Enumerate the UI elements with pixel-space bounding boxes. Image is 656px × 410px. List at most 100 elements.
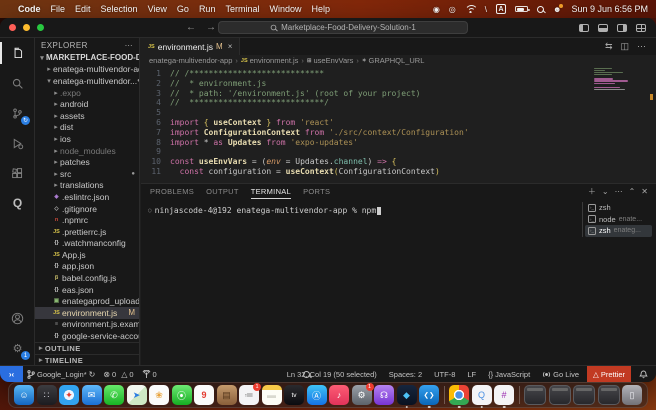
panel-tab-terminal[interactable]: TERMINAL — [251, 184, 291, 199]
dock-notes[interactable]: ▬ — [262, 385, 282, 405]
spotlight-icon[interactable] — [537, 6, 544, 13]
source-control-icon[interactable]: ↻ — [0, 98, 35, 128]
magnifier-status-icon[interactable] — [303, 371, 310, 378]
dock-maps[interactable]: ➤ — [127, 385, 147, 405]
tree-item-eslintrc-json[interactable]: ◈.eslintrc.json — [35, 191, 139, 203]
toggle-sidebar-icon[interactable] — [579, 24, 589, 32]
menu-selection[interactable]: Selection — [101, 4, 138, 14]
nav-forward-icon[interactable]: → — [206, 22, 216, 33]
tree-item-enatega-multivendor-admin[interactable]: ▸enatega-multivendor-admin — [35, 64, 139, 76]
minimap[interactable] — [594, 68, 640, 91]
command-center[interactable]: Marketplace-Food-Delivery-Solution-1 — [218, 21, 468, 34]
tree-item-android[interactable]: ▸android — [35, 98, 139, 110]
tree-item-watchmanconfig[interactable]: {}.watchmanconfig — [35, 238, 139, 250]
dock-tv[interactable]: tv — [284, 385, 304, 405]
tab-close-icon[interactable]: × — [228, 42, 233, 51]
wifi-icon[interactable] — [465, 5, 476, 13]
tree-item-environment-js-example[interactable]: ≡environment.js.example — [35, 319, 139, 331]
terminal-instance-zsh[interactable]: ›_zsh — [585, 202, 652, 214]
tree-item-expo[interactable]: ▸.expo — [35, 87, 139, 99]
dock-music[interactable]: ♪ — [329, 385, 349, 405]
close-panel-icon[interactable]: ✕ — [641, 187, 648, 196]
tree-item-translations[interactable]: ▸translations — [35, 180, 139, 192]
remote-indicator[interactable]: ›‹ — [0, 366, 23, 382]
panel-tab-problems[interactable]: PROBLEMS — [150, 187, 194, 196]
dock-app-store[interactable]: Ⓐ — [307, 385, 327, 405]
new-terminal-icon[interactable]: ＋ — [588, 186, 596, 197]
panel-tab-ports[interactable]: PORTS — [303, 187, 330, 196]
minimize-window-button[interactable] — [23, 24, 30, 31]
dock-trash[interactable]: ▯ — [622, 385, 642, 405]
cursor-position-item[interactable]: Ln 32, Col 19 (50 selected) — [283, 366, 381, 382]
screen-mirroring-icon[interactable]: ◎ — [449, 5, 456, 14]
explorer-icon[interactable] — [0, 38, 35, 68]
language-mode-item[interactable]: {} JavaScript — [484, 366, 534, 382]
dock-chrome[interactable] — [449, 385, 469, 405]
search-view-icon[interactable] — [0, 68, 35, 98]
tree-item-app-js[interactable]: JSApp.js — [35, 249, 139, 261]
breadcrumb-environment-js[interactable]: JSenvironment.js — [241, 56, 299, 65]
battery-icon[interactable] — [515, 6, 528, 12]
zoom-window-button[interactable] — [37, 24, 44, 31]
tree-item-src[interactable]: ▸src● — [35, 168, 139, 180]
tree-item-enategaprod-upload-cer[interactable]: ▣enategaprod_upload_cer... — [35, 295, 139, 307]
tree-item-assets[interactable]: ▸assets — [35, 110, 139, 122]
toggle-panel-icon[interactable] — [598, 24, 608, 32]
dock-reminders[interactable]: ≔1 — [239, 385, 259, 405]
breadcrumb-enatega-multivendor-app[interactable]: enatega-multivendor-app — [149, 56, 232, 65]
tab-environment-js[interactable]: JS environment.js M × — [141, 38, 240, 55]
tree-item-npmrc[interactable]: n.npmrc — [35, 214, 139, 226]
user-menu-icon[interactable]: ☻ — [553, 5, 561, 14]
ports-item[interactable]: 0 — [138, 366, 161, 382]
menu-terminal[interactable]: Terminal — [225, 4, 259, 14]
tree-item-environment-js[interactable]: JSenvironment.jsM — [35, 307, 139, 319]
git-branch-item[interactable]: Google_Login* ↻ — [23, 366, 99, 382]
tree-item-prettierrc-js[interactable]: JS.prettierrc.js — [35, 226, 139, 238]
close-window-button[interactable] — [9, 24, 16, 31]
editor-more-icon[interactable]: ⋯ — [637, 41, 646, 52]
go-live-item[interactable]: Go Live — [538, 366, 583, 382]
dock-photos[interactable]: ❀ — [149, 385, 169, 405]
dock-vscode[interactable]: ❮❯ — [419, 385, 439, 405]
breadcrumb-useenvvars[interactable]: ⊞useEnvVars — [307, 56, 354, 65]
notifications-bell-icon[interactable] — [635, 366, 652, 382]
dock-facetime[interactable]: ⦿ — [172, 385, 192, 405]
explorer-more-icon[interactable]: ⋯ — [125, 41, 133, 50]
dock-podcasts[interactable]: ☊ — [374, 385, 394, 405]
settings-gear-icon[interactable]: ⚙ 1 — [0, 333, 35, 363]
extensions-icon[interactable] — [0, 158, 35, 188]
dock-mail[interactable]: ✉ — [82, 385, 102, 405]
indentation-item[interactable]: Spaces: 2 — [385, 366, 426, 382]
dock-quicktime[interactable]: Q — [472, 385, 492, 405]
code-editor[interactable]: 1// /****************************2// * e… — [141, 66, 656, 183]
tree-item-ios[interactable]: ▸ios — [35, 133, 139, 145]
dock-minimized-window[interactable] — [549, 385, 571, 405]
tree-item-marketplace-food-delive[interactable]: ▾MARKETPLACE-FOOD-DELIVE... — [35, 52, 139, 64]
dock-minimized-window[interactable] — [573, 385, 595, 405]
tree-item-patches[interactable]: ▸patches — [35, 156, 139, 168]
tree-item-google-service-account[interactable]: {}google-service-account.... — [35, 330, 139, 342]
tree-item-gitignore[interactable]: ◇.gitignore — [35, 203, 139, 215]
dock-minimized-window[interactable] — [524, 385, 546, 405]
menu-code[interactable]: Code — [18, 4, 41, 14]
terminal-instance-node[interactable]: ›_nodeenate... — [585, 214, 652, 226]
menu-file[interactable]: File — [51, 4, 66, 14]
open-changes-icon[interactable]: ⇆ — [605, 41, 613, 52]
tree-item-app-json[interactable]: {}app.json — [35, 261, 139, 273]
tree-item-node-modules[interactable]: ▸node_modules — [35, 145, 139, 157]
menu-run[interactable]: Run — [199, 4, 216, 14]
accounts-icon[interactable] — [0, 303, 35, 333]
dock-launchpad[interactable]: ∷ — [37, 385, 57, 405]
panel-tab-output[interactable]: OUTPUT — [206, 187, 239, 196]
menubar-clock[interactable]: Sun 9 Jun 6:56 PM — [571, 4, 648, 14]
menu-help[interactable]: Help — [311, 4, 330, 14]
dock-slack[interactable]: # — [494, 385, 514, 405]
run-debug-icon[interactable] — [0, 128, 35, 158]
breadcrumb-graphql-url[interactable]: ✶GRAPHQL_URL — [362, 56, 424, 65]
tree-item-babel-config-js[interactable]: βbabel.config.js — [35, 272, 139, 284]
menu-go[interactable]: Go — [177, 4, 189, 14]
dock-settings[interactable]: ⚙1 — [352, 385, 372, 405]
customize-layout-icon[interactable] — [636, 24, 646, 32]
prettier-item[interactable]: △ Prettier — [587, 366, 631, 382]
toggle-secondary-sidebar-icon[interactable] — [617, 24, 627, 32]
